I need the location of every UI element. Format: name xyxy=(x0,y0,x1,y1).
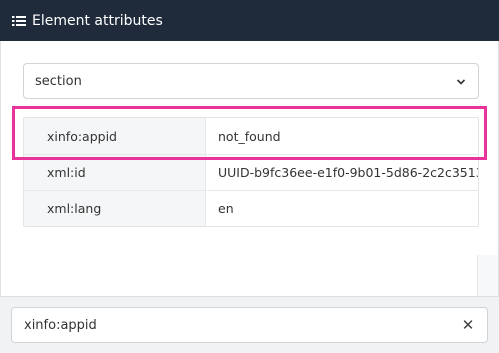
attribute-value[interactable]: not_found xyxy=(206,118,478,154)
attribute-name: xml:id xyxy=(24,155,206,190)
chevron-down-icon xyxy=(456,76,466,86)
attribute-value[interactable]: UUID-b9fc36ee-e1f0-9b01-5d86-2c2c3513987… xyxy=(206,155,478,190)
attribute-name: xml:lang xyxy=(24,191,206,226)
attribute-value[interactable]: en xyxy=(206,191,478,226)
attributes-table: xinfo:appid not_found xml:id UUID-b9fc36… xyxy=(23,117,479,227)
attributes-panel: section xinfo:appid not_found xml:id UUI… xyxy=(0,41,499,296)
panel-title: Element attributes xyxy=(32,12,163,29)
element-select-value: section xyxy=(35,73,82,89)
close-icon[interactable]: ✕ xyxy=(461,317,475,332)
table-row[interactable]: xinfo:appid not_found xyxy=(24,118,478,154)
table-row[interactable]: xml:lang en xyxy=(24,190,478,226)
element-select[interactable]: section xyxy=(23,63,479,99)
attribute-filter-value: xinfo:appid xyxy=(24,317,97,333)
filter-footer: xinfo:appid ✕ xyxy=(0,296,499,353)
list-icon xyxy=(12,15,26,27)
table-row[interactable]: xml:id UUID-b9fc36ee-e1f0-9b01-5d86-2c2c… xyxy=(24,154,478,190)
scrollbar[interactable] xyxy=(477,255,498,296)
attribute-filter-input[interactable]: xinfo:appid ✕ xyxy=(11,307,488,343)
panel-header: Element attributes xyxy=(0,0,499,41)
attribute-name: xinfo:appid xyxy=(24,118,206,154)
